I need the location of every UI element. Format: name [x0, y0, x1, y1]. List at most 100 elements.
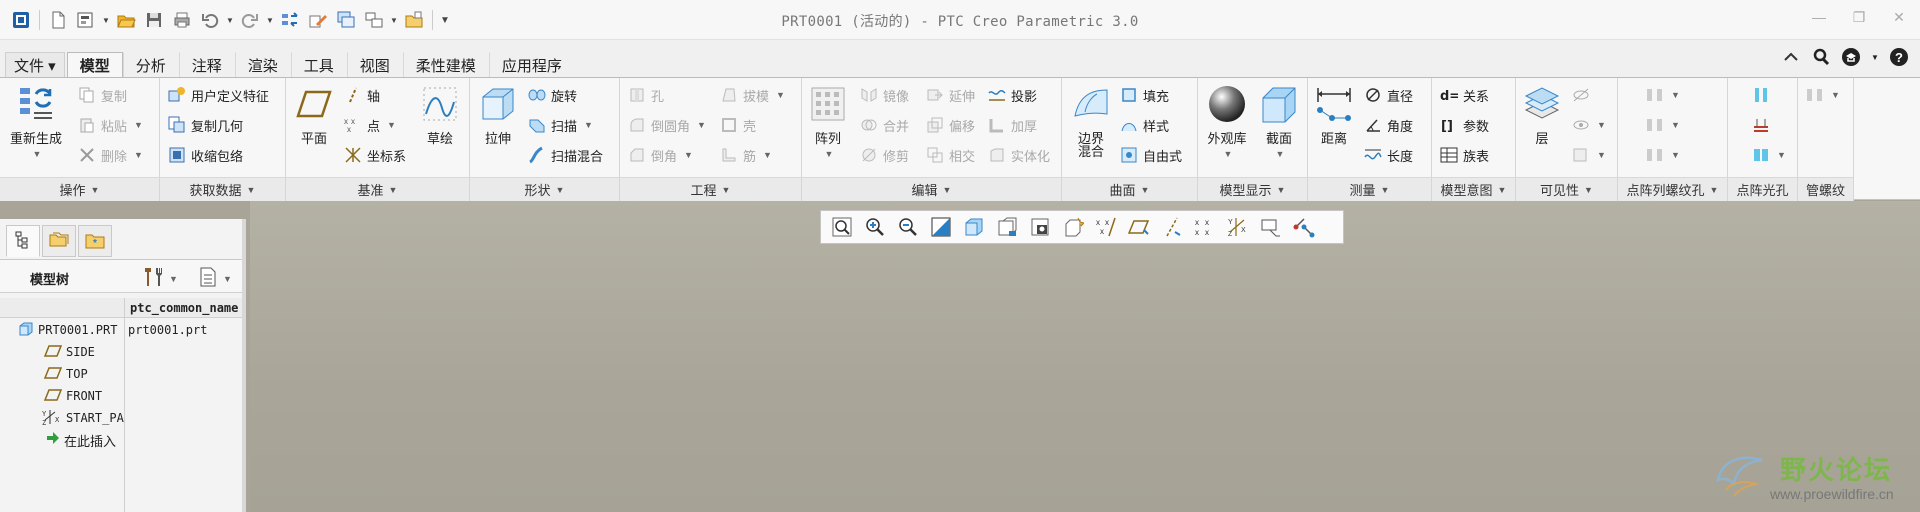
extrude-button[interactable]: 拉伸 — [476, 84, 520, 146]
zoom-out-icon[interactable] — [893, 213, 923, 241]
point-tag-display-icon[interactable]: xxxx — [1190, 213, 1220, 241]
view-manager-icon[interactable] — [1025, 213, 1055, 241]
csys-display-icon[interactable]: YZX — [1223, 213, 1253, 241]
open-icon[interactable] — [113, 8, 139, 32]
model-tree-tab[interactable] — [6, 225, 40, 257]
windows-icon[interactable] — [333, 8, 359, 32]
close-window-icon[interactable] — [401, 8, 427, 32]
community-dropdown-icon[interactable]: ▼ — [1870, 46, 1880, 68]
intersect-button[interactable]: 相交 — [926, 144, 975, 166]
layers-button[interactable]: 层 — [1520, 84, 1564, 146]
group-measure-footer[interactable]: 测量 ▼ — [1308, 177, 1431, 201]
group-model-display-footer[interactable]: 模型显示 ▼ — [1198, 177, 1307, 201]
group-engineering-footer[interactable]: 工程 ▼ — [620, 177, 801, 201]
print-icon[interactable] — [169, 8, 195, 32]
redo-dropdown-icon[interactable]: ▼ — [265, 8, 275, 32]
tab-annotate[interactable]: 注释 — [178, 52, 235, 78]
axis-button[interactable]: 轴 — [344, 84, 380, 106]
diameter-button[interactable]: 直径 — [1364, 84, 1413, 106]
thicken-button[interactable]: 加厚 — [988, 114, 1037, 136]
delete-button[interactable]: 删除 ▼ — [78, 144, 143, 166]
status-button[interactable]: ▼ — [1572, 144, 1606, 166]
tree-item-part[interactable]: PRT0001.PRT prt0001.prt — [0, 319, 242, 341]
tab-flexible-modeling[interactable]: 柔性建模 — [402, 52, 489, 78]
hole-tool-2[interactable] — [1752, 114, 1770, 136]
tab-analysis[interactable]: 分析 — [122, 52, 179, 78]
trim-button[interactable]: 修剪 — [860, 144, 909, 166]
saved-orientations-icon[interactable] — [992, 213, 1022, 241]
redo-icon[interactable] — [237, 8, 263, 32]
copy-button[interactable]: 复制 — [78, 84, 127, 106]
group-model-intent-footer[interactable]: 模型意图 ▼ — [1432, 177, 1515, 201]
group-visibility-footer[interactable]: 可见性 ▼ — [1516, 177, 1617, 201]
thread-tool-3[interactable]: ▼ — [1646, 144, 1680, 166]
plane-button[interactable]: 平面 — [292, 84, 336, 146]
tree-item-front[interactable]: FRONT — [0, 385, 242, 407]
draft-button[interactable]: 拔模 ▼ — [720, 84, 785, 106]
restore-icon[interactable]: ❐ — [1850, 8, 1868, 26]
point-display-icon[interactable]: xxx — [1091, 213, 1121, 241]
section-button[interactable]: 截面 ▼ — [1254, 84, 1304, 161]
minimize-icon[interactable]: — — [1810, 8, 1828, 26]
perspective-view-icon[interactable] — [1058, 213, 1088, 241]
paste-button[interactable]: 粘贴 ▼ — [78, 114, 143, 136]
group-point-pattern-thread-footer[interactable]: 点阵列螺纹孔 ▼ — [1618, 177, 1727, 201]
window-dropdown-icon[interactable]: ▼ — [389, 8, 399, 32]
hole-tool-3[interactable]: ▼ — [1752, 144, 1786, 166]
solidify-button[interactable]: 实体化 — [988, 144, 1050, 166]
udf-button[interactable]: 用户定义特征 — [168, 84, 269, 106]
thread-tool-1[interactable]: ▼ — [1646, 84, 1680, 106]
undo-dropdown-icon[interactable]: ▼ — [225, 8, 235, 32]
rib-button[interactable]: 筋 ▼ — [720, 144, 772, 166]
distance-button[interactable]: 距离 — [1312, 84, 1356, 146]
angle-button[interactable]: 角度 — [1364, 114, 1413, 136]
community-icon[interactable] — [1840, 46, 1862, 68]
tab-file[interactable]: 文件 ▾ — [5, 52, 65, 78]
group-datum-footer[interactable]: 基准 ▼ — [286, 177, 469, 201]
round-button[interactable]: 倒圆角 ▼ — [628, 114, 706, 136]
pattern-button[interactable]: 阵列 ▼ — [806, 84, 850, 161]
zoom-in-icon[interactable] — [860, 213, 890, 241]
regenerate-button[interactable]: 重新生成 ▼ — [10, 84, 62, 161]
tab-tools[interactable]: 工具 — [290, 52, 347, 78]
tree-item-top[interactable]: TOP — [0, 363, 242, 385]
revolve-button[interactable]: 旋转 — [528, 84, 577, 106]
hide-button[interactable] — [1572, 84, 1590, 106]
offset-button[interactable]: 偏移 — [926, 114, 975, 136]
extend-button[interactable]: 延伸 — [926, 84, 975, 106]
copy-geometry-button[interactable]: 复制几何 — [168, 114, 243, 136]
window-switch-icon[interactable] — [361, 8, 387, 32]
new-type-icon[interactable] — [73, 8, 99, 32]
appearance-button[interactable]: 外观库 ▼ — [1202, 84, 1252, 161]
freestyle-button[interactable]: 自由式 — [1120, 144, 1182, 166]
csys-button[interactable]: 坐标系 — [344, 144, 406, 166]
edit-icon[interactable] — [305, 8, 331, 32]
family-table-button[interactable]: 族表 — [1440, 144, 1489, 166]
swept-blend-button[interactable]: 扫描混合 — [528, 144, 603, 166]
tab-applications[interactable]: 应用程序 — [488, 52, 575, 78]
tree-item-insert-here[interactable]: 在此插入 — [0, 429, 242, 451]
shell-button[interactable]: 壳 — [720, 114, 756, 136]
app-menu-icon[interactable] — [8, 8, 34, 32]
shrinkwrap-button[interactable]: 收缩包络 — [168, 144, 243, 166]
group-get-data-footer[interactable]: 获取数据 ▼ — [160, 177, 285, 201]
group-shapes-footer[interactable]: 形状 ▼ — [470, 177, 619, 201]
column-header-common-name[interactable]: ptc_common_name — [130, 301, 242, 315]
new-type-dropdown-icon[interactable]: ▼ — [101, 8, 111, 32]
plane-display-icon[interactable] — [1124, 213, 1154, 241]
merge-button[interactable]: 合并 — [860, 114, 909, 136]
close-icon[interactable]: ✕ — [1890, 8, 1908, 26]
customize-qat-icon[interactable]: ▼ — [438, 8, 452, 32]
mirror-button[interactable]: 镜像 — [860, 84, 909, 106]
group-pipe-thread-footer[interactable]: 管螺纹 — [1798, 177, 1853, 201]
pipe-thread-tool[interactable]: ▼ — [1806, 84, 1840, 106]
tree-settings-button[interactable]: ▼ — [142, 266, 178, 291]
regenerate-quick-icon[interactable] — [277, 8, 303, 32]
group-editing-footer[interactable]: 编辑 ▼ — [802, 177, 1061, 201]
tab-view[interactable]: 视图 — [346, 52, 403, 78]
length-button[interactable]: 长度 — [1364, 144, 1413, 166]
parameters-button[interactable]: [] 参数 — [1440, 114, 1489, 136]
hole-button[interactable]: 孔 — [628, 84, 664, 106]
relations-button[interactable]: d= 关系 — [1440, 84, 1489, 106]
spin-center-icon[interactable] — [1289, 213, 1319, 241]
